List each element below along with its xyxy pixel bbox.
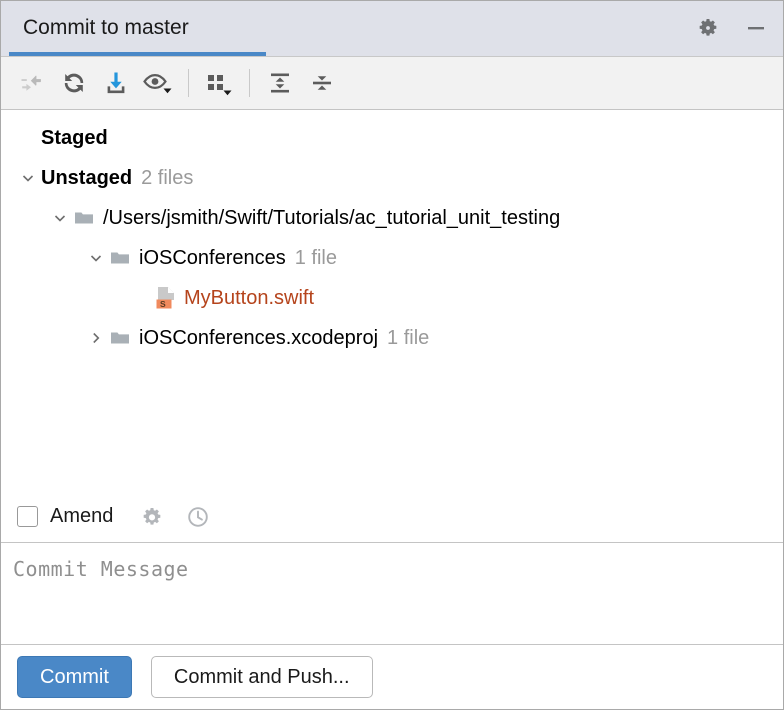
commit-and-push-button[interactable]: Commit and Push... [150,656,373,698]
tree-row-unstaged[interactable]: Unstaged 2 files [1,158,783,198]
twisty-collapsed-xcodeproj[interactable] [83,325,109,351]
gear-icon [699,19,717,36]
chevron-down-icon [54,215,66,222]
tree-row-xcodeproj[interactable]: iOSConferences.xcodeproj 1 file [1,318,783,358]
amend-actions [139,504,211,530]
collapse-changes-button[interactable] [11,63,53,103]
tree-node-count: 1 file [294,246,337,269]
commit-button[interactable]: Commit [17,656,132,698]
amend-bar: Amend [1,491,783,543]
commit-options-button[interactable] [139,504,165,530]
revert-button[interactable] [95,63,137,103]
settings-button[interactable] [695,15,721,41]
window-header: Commit to master [1,1,783,57]
tree-node-label: iOSConferences [139,246,286,269]
expand-all-icon [271,73,289,93]
folder-icon [73,207,95,229]
chevron-down-icon [22,175,34,182]
toolbar-separator [249,69,250,97]
tab-commit-to-master[interactable]: Commit to master [9,1,203,55]
toolbar [1,57,783,110]
revert-download-icon [107,72,125,94]
tree-row-mybutton-swift[interactable]: S MyButton.swift [1,278,783,318]
gear-icon [144,507,161,525]
minimize-icon [748,27,764,30]
tree-row-staged[interactable]: Staged [1,118,783,158]
clock-icon [188,506,209,527]
preview-diff-icon [143,73,172,94]
tab-label: Commit to master [23,16,189,39]
tree-node-count: 1 file [387,326,430,349]
preview-diff-button[interactable] [137,63,179,103]
collapse-all-button[interactable] [301,63,343,103]
amend-label: Amend [50,505,114,527]
tree-node-label: MyButton.swift [184,286,315,309]
refresh-icon [64,73,84,93]
svg-text:S: S [160,299,166,309]
tree-node-label: iOSConferences.xcodeproj [139,326,379,349]
header-actions [695,1,769,55]
tree-node-label: Staged [41,126,108,149]
tree-node-count: 2 files [141,166,194,189]
minimize-button[interactable] [743,15,769,41]
expand-all-button[interactable] [259,63,301,103]
commit-tool-window: Commit to master Staged Unstaged 2 files… [0,0,784,710]
chevron-right-icon [93,332,100,344]
twisty-expanded-iosconferences[interactable] [83,245,109,271]
group-by-button[interactable] [198,63,240,103]
collapse-changes-icon [21,75,41,91]
button-bar: Commit Commit and Push... [1,645,783,709]
tab-active-indicator [9,52,266,56]
collapse-all-icon [313,76,331,90]
changes-tree[interactable]: Staged Unstaged 2 files /Users/jsmith/Sw… [1,110,783,491]
tree-row-iosconferences[interactable]: iOSConferences 1 file [1,238,783,278]
swift-file-icon: S [155,286,177,310]
twisty-expanded-unstaged[interactable] [15,165,41,191]
twisty-placeholder [15,125,41,151]
tree-node-label: /Users/jsmith/Swift/Tutorials/ac_tutoria… [103,206,561,229]
tree-row-root-path[interactable]: /Users/jsmith/Swift/Tutorials/ac_tutoria… [1,198,783,238]
folder-icon [109,327,131,349]
tree-node-label: Unstaged [41,166,133,189]
commit-message-input[interactable]: Commit Message [1,543,783,645]
group-by-icon [208,75,232,96]
twisty-expanded-root-path[interactable] [47,205,73,231]
folder-icon [109,247,131,269]
commit-history-button[interactable] [185,504,211,530]
chevron-down-icon [90,255,102,262]
amend-checkbox[interactable] [17,506,38,527]
refresh-button[interactable] [53,63,95,103]
commit-message-placeholder: Commit Message [13,557,189,581]
toolbar-separator [188,69,189,97]
